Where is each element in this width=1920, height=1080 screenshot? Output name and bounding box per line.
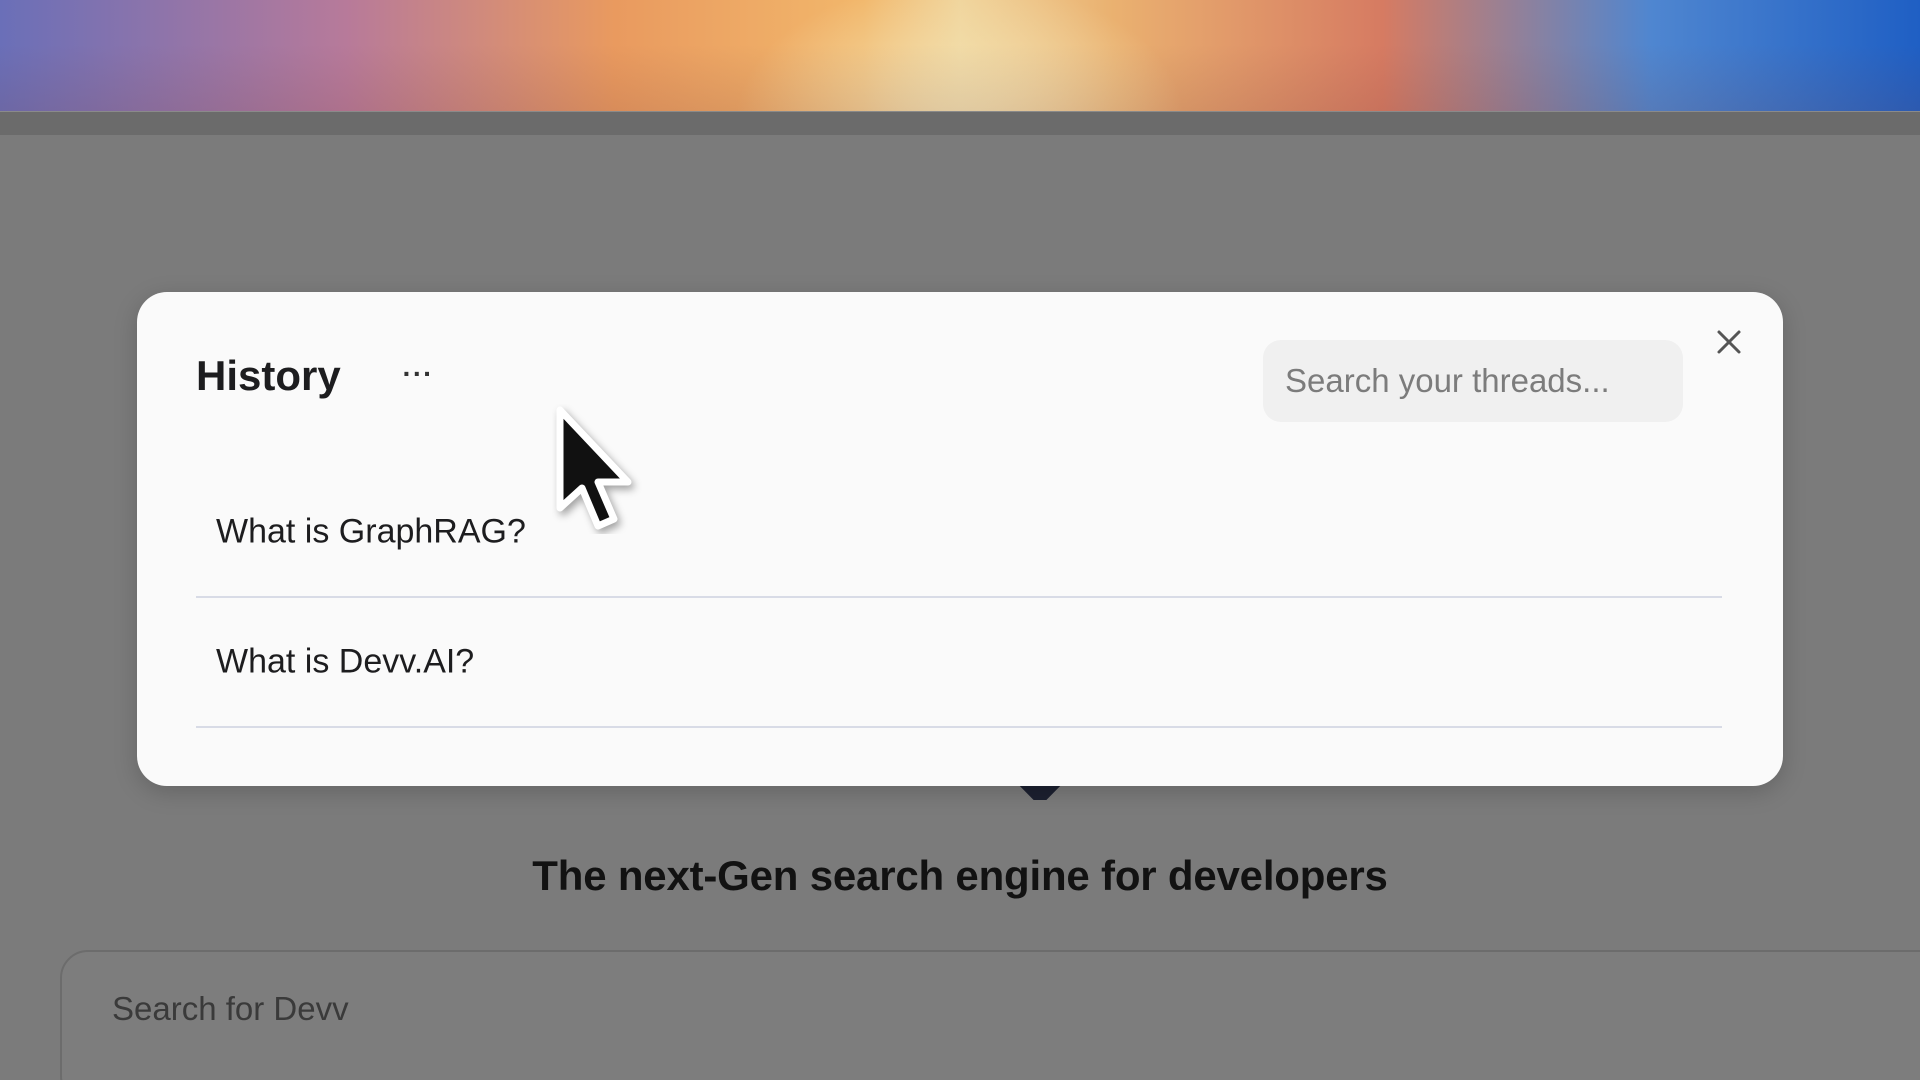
close-icon bbox=[1717, 330, 1741, 354]
thread-item[interactable]: What is GraphRAG? bbox=[196, 468, 1722, 598]
main-search-placeholder: Search for Devv bbox=[112, 990, 349, 1027]
browser-titlebar bbox=[0, 111, 1920, 136]
desktop-wallpaper bbox=[0, 0, 1920, 111]
modal-title: History bbox=[196, 352, 341, 399]
more-options-button[interactable]: ··· bbox=[393, 354, 443, 394]
close-button[interactable] bbox=[1709, 322, 1749, 362]
thread-search-input[interactable] bbox=[1263, 340, 1683, 422]
thread-item[interactable]: What is Devv.AI? bbox=[196, 598, 1722, 728]
thread-item-label: What is GraphRAG? bbox=[216, 512, 526, 551]
thread-item-label: What is Devv.AI? bbox=[216, 642, 475, 681]
page-tagline: The next-Gen search engine for developer… bbox=[532, 852, 1388, 899]
